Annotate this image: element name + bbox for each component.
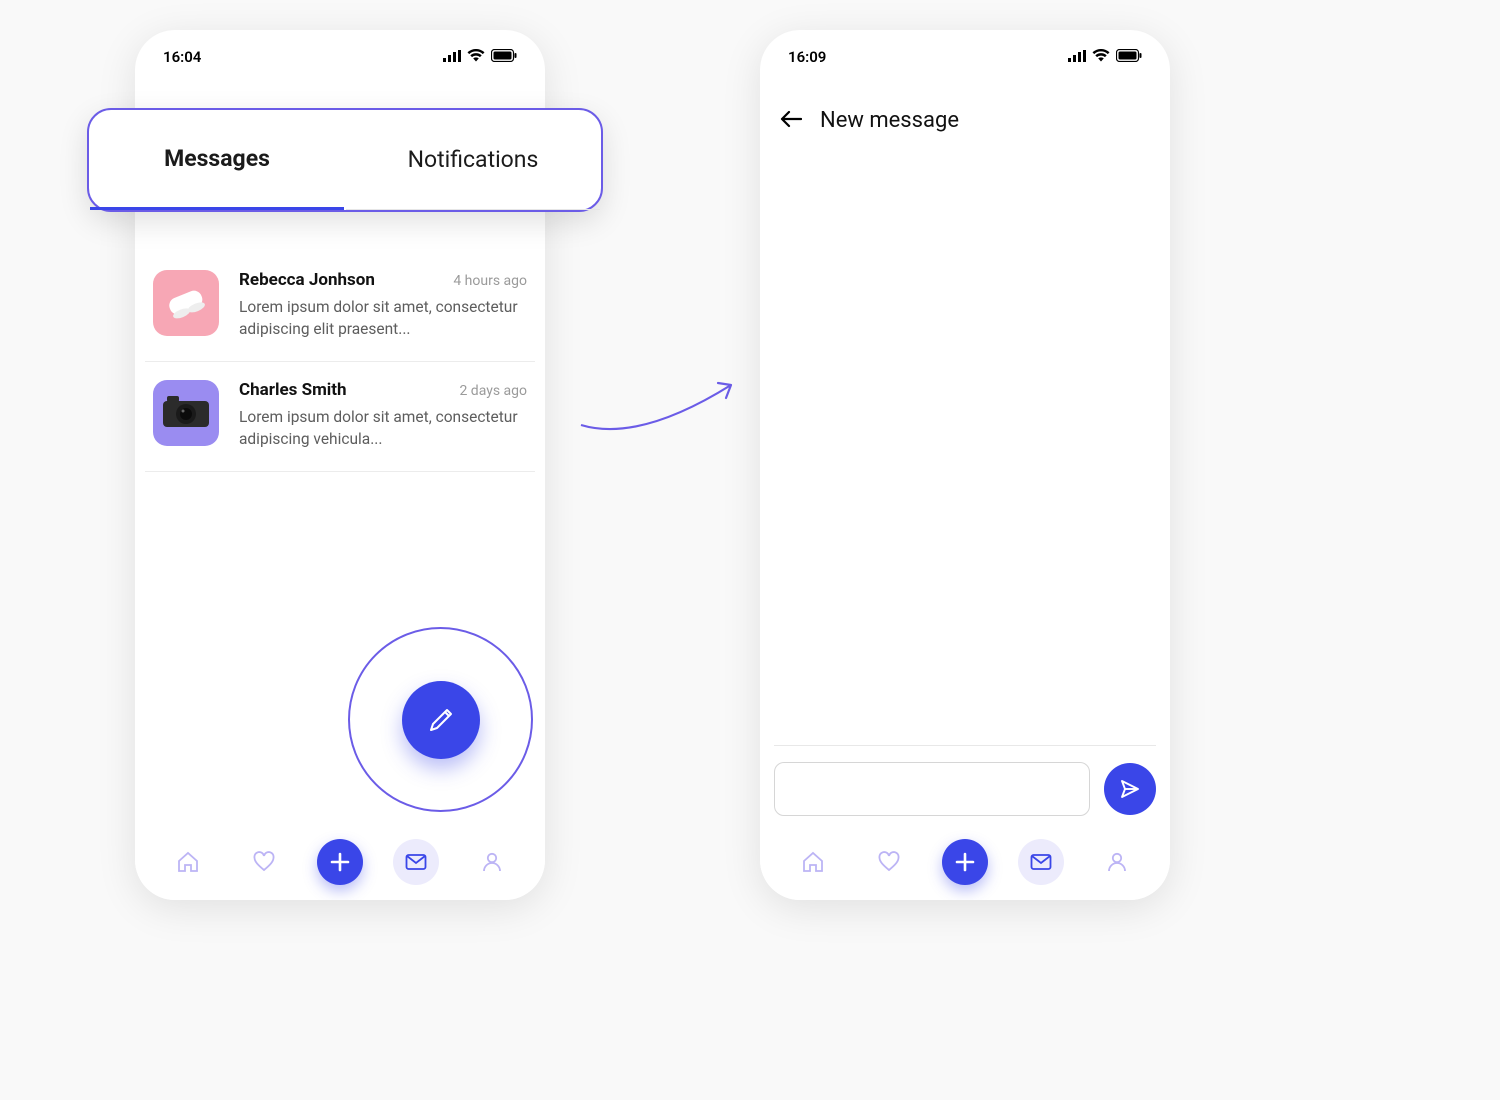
page-title: New message [820,108,959,133]
message-list: Rebecca Jonhson 4 hours ago Lorem ipsum … [135,252,545,472]
status-time: 16:04 [163,48,201,66]
tab-label: Notifications [408,146,539,173]
nav-favorites[interactable] [241,839,287,885]
status-bar: 16:09 [760,30,1170,72]
thread-preview: Lorem ipsum dolor sit amet, consectetur … [239,406,527,451]
compose-bar [774,745,1156,816]
tab-label: Messages [164,145,270,172]
heart-icon [877,850,901,874]
nav-favorites[interactable] [866,839,912,885]
home-icon [801,850,825,874]
bottom-nav [760,824,1170,900]
nav-add[interactable] [942,839,988,885]
new-message-header: New message [760,72,1170,143]
phone-left: 16:04 Reb [135,30,545,900]
thread-time: 2 days ago [459,383,527,399]
user-icon [480,850,504,874]
battery-icon [491,48,517,66]
user-icon [1105,850,1129,874]
nav-profile[interactable] [1094,839,1140,885]
nav-messages[interactable] [393,839,439,885]
back-button[interactable] [780,110,802,132]
compose-fab[interactable] [402,681,480,759]
nav-add[interactable] [317,839,363,885]
thread-thumbnail [153,380,219,446]
plus-icon [329,851,351,873]
mail-icon [1029,850,1053,874]
heart-icon [252,850,276,874]
wifi-icon [1092,48,1110,66]
send-button[interactable] [1104,763,1156,815]
flow-arrow [576,370,746,440]
cellular-icon [443,48,461,66]
arrow-left-icon [780,110,802,128]
send-icon [1119,778,1141,800]
message-thread[interactable]: Rebecca Jonhson 4 hours ago Lorem ipsum … [145,252,535,362]
compose-input[interactable] [774,762,1090,816]
thread-name: Charles Smith [239,380,347,400]
thread-preview: Lorem ipsum dolor sit amet, consectetur … [239,296,527,341]
nav-home[interactable] [165,839,211,885]
nav-messages[interactable] [1018,839,1064,885]
home-icon [176,850,200,874]
status-icons [443,48,517,66]
tab-messages[interactable]: Messages [90,110,344,210]
status-bar: 16:04 [135,30,545,72]
message-thread[interactable]: Charles Smith 2 days ago Lorem ipsum dol… [145,362,535,472]
status-time: 16:09 [788,48,826,66]
phone-right: 16:09 New message [760,30,1170,900]
battery-icon [1116,48,1142,66]
nav-home[interactable] [790,839,836,885]
thread-thumbnail [153,270,219,336]
plus-icon [954,851,976,873]
cellular-icon [1068,48,1086,66]
status-icons [1068,48,1142,66]
wifi-icon [467,48,485,66]
thread-name: Rebecca Jonhson [239,270,375,290]
thread-time: 4 hours ago [453,273,527,289]
bottom-nav [135,824,545,900]
nav-profile[interactable] [469,839,515,885]
mail-icon [404,850,428,874]
pencil-icon [426,705,456,735]
tabs-highlight: Messages Notifications [87,108,603,212]
tab-notifications[interactable]: Notifications [346,110,600,210]
